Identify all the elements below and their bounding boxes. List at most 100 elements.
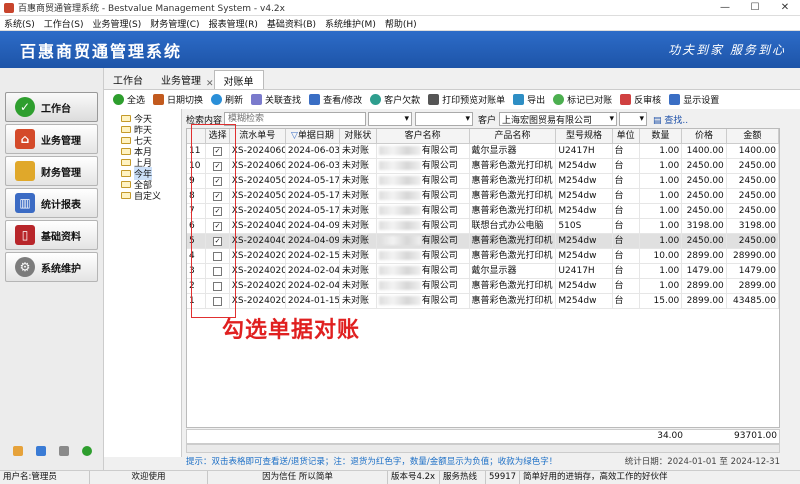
edit-icon[interactable] <box>12 446 23 456</box>
table-row[interactable]: 11✓XS-2024060012024-06-03未对账有限公司戴尔显示器U24… <box>187 144 779 159</box>
search-field-combo[interactable]: ▾ <box>368 112 413 126</box>
table-row[interactable]: 6✓XS-2024040022024-04-09未对账有限公司联想台式办公电脑5… <box>187 219 779 234</box>
print-preview-button[interactable]: 打印预览对账单 <box>428 93 505 106</box>
printer-icon <box>428 94 440 105</box>
date-switch-button[interactable]: 日期切换 <box>153 93 203 106</box>
cell-price: 2450.00 <box>682 159 727 174</box>
nav-reports[interactable]: ▥ 统计报表 <box>5 188 98 218</box>
tab-close-icon[interactable]: ✕ <box>206 79 214 89</box>
cell-quantity: 1.00 <box>640 234 683 249</box>
table-row[interactable]: 3XS-2024020012024-02-04未对账有限公司戴尔显示器U2417… <box>187 264 779 279</box>
table-row[interactable]: 10✓XS-2024060012024-06-03未对账有限公司惠普彩色激光打印… <box>187 159 779 174</box>
header-amount[interactable]: 金额 <box>727 129 779 144</box>
mark-reconciled-button[interactable]: 标记已对账 <box>553 93 612 106</box>
header-customer-name[interactable]: 客户名称 <box>377 129 470 144</box>
tab-workbench[interactable]: 工作台 <box>104 70 152 89</box>
table-row[interactable]: 2XS-2024020012024-02-04未对账有限公司惠普彩色激光打印机M… <box>187 279 779 294</box>
header-price[interactable]: 价格 <box>682 129 727 144</box>
nav-finance[interactable]: 财务管理 <box>5 156 98 186</box>
menu-business[interactable]: 业务管理(S) <box>93 17 142 30</box>
edit-icon <box>309 94 321 105</box>
search-input[interactable] <box>224 112 367 126</box>
cell-reconcile-status: 未对账 <box>340 159 377 174</box>
nav-workbench[interactable]: ✓ 工作台 <box>5 92 98 122</box>
date-tree: 今天 昨天 七天 本月 上月 今年 全部 自定义 <box>104 109 182 457</box>
select-all-button[interactable]: 全选 <box>113 93 145 106</box>
cell-price: 2450.00 <box>682 174 727 189</box>
header-product-name[interactable]: 产品名称 <box>470 129 557 144</box>
header-doc-date[interactable]: ▽单据日期 <box>286 129 340 144</box>
header-label: 客户名称 <box>404 131 441 141</box>
header-quantity[interactable]: 数量 <box>640 129 683 144</box>
unapprove-button[interactable]: 反审核 <box>620 93 661 106</box>
customer-suffix: 有限公司 <box>421 221 458 231</box>
select-all-label: 全选 <box>127 96 146 106</box>
menu-base-data[interactable]: 基础资料(B) <box>267 17 316 30</box>
close-button[interactable]: ✕ <box>770 2 800 13</box>
tab-statement[interactable]: 对账单 <box>213 70 264 89</box>
table-row[interactable]: 7✓XS-2024050012024-05-17未对账有限公司惠普彩色激光打印机… <box>187 204 779 219</box>
header-label: 流水单号 <box>239 131 276 141</box>
menu-system[interactable]: 系统(S) <box>4 17 35 30</box>
house-icon: ⌂ <box>15 129 35 149</box>
find-button[interactable]: ▤ 查找.. <box>653 113 688 126</box>
nav-maintenance[interactable]: ⚙ 系统维护 <box>5 252 98 282</box>
table-row[interactable]: 4XS-2024020132024-02-15未对账有限公司惠普彩色激光打印机M… <box>187 249 779 264</box>
cell-unit: 台 <box>613 204 640 219</box>
table-row[interactable]: 9✓XS-2024050032024-05-17未对账有限公司惠普彩色激光打印机… <box>187 174 779 189</box>
export-icon <box>513 94 525 105</box>
customer-debt-label: 客户欠款 <box>384 96 421 106</box>
menu-maintenance[interactable]: 系统维护(M) <box>325 17 376 30</box>
header-serial-no[interactable]: 流水单号 <box>230 129 286 144</box>
blurred-text <box>378 266 421 275</box>
table-row[interactable]: 8✓XS-2024050022024-05-17未对账有限公司惠普彩色激光打印机… <box>187 189 779 204</box>
display-settings-button[interactable]: 显示设置 <box>669 93 719 106</box>
menu-finance[interactable]: 财务管理(C) <box>150 17 199 30</box>
customer-suffix: 有限公司 <box>421 281 458 291</box>
header-reconcile-status[interactable]: 对账状 <box>340 129 377 144</box>
customer-select[interactable]: 上海宏图贸易有限公司 ▾ <box>499 112 618 126</box>
menu-workbench[interactable]: 工作台(S) <box>44 17 84 30</box>
table-row[interactable]: 1XS-2024020122024-01-15未对账有限公司惠普彩色激光打印机M… <box>187 294 779 309</box>
minimize-button[interactable]: — <box>710 2 740 13</box>
folder-icon <box>121 115 131 122</box>
tree-custom[interactable]: 自定义 <box>121 190 181 202</box>
print-preview-label: 打印预览对账单 <box>442 96 506 106</box>
nav-base-data[interactable]: ▯ 基础资料 <box>5 220 98 250</box>
maximize-button[interactable]: ☐ <box>740 2 770 13</box>
cell-unit: 台 <box>613 249 640 264</box>
cell-price: 2450.00 <box>682 204 727 219</box>
cell-model-spec: M254dw <box>556 174 613 189</box>
refresh-button[interactable]: 刷新 <box>211 93 243 106</box>
cell-doc-date: 2024-02-04 <box>286 264 340 279</box>
lock-icon[interactable] <box>58 446 69 456</box>
customer-debt-button[interactable]: 客户欠款 <box>370 93 420 106</box>
calculator-icon[interactable] <box>35 446 46 456</box>
cell-model-spec: M254dw <box>556 204 613 219</box>
cell-customer-name: 有限公司 <box>377 234 470 249</box>
search-mode-combo[interactable]: ▾ <box>415 112 474 126</box>
menu-reports[interactable]: 报表管理(R) <box>209 17 258 30</box>
customer-suffix: 有限公司 <box>421 176 458 186</box>
refresh-icon[interactable] <box>81 446 92 456</box>
view-edit-button[interactable]: 查看/修改 <box>309 93 362 106</box>
extra-combo[interactable]: ▾ <box>619 112 648 126</box>
sort-icon: ▽ <box>290 131 298 141</box>
header-unit[interactable]: 单位 <box>613 129 640 144</box>
date-range: 统计日期：2024-01-01 至 2024-12-31 <box>624 457 780 467</box>
export-button[interactable]: 导出 <box>513 93 545 106</box>
menu-help[interactable]: 帮助(H) <box>385 17 417 30</box>
menu-bar: 系统(S) 工作台(S) 业务管理(S) 财务管理(C) 报表管理(R) 基础资… <box>0 16 800 31</box>
cell-doc-date: 2024-01-15 <box>286 294 340 309</box>
related-find-button[interactable]: 关联查找 <box>251 93 301 106</box>
cell-serial-no: XS-202405003 <box>230 174 286 189</box>
horizontal-scrollbar[interactable] <box>186 444 780 453</box>
header-model-spec[interactable]: 型号规格 <box>556 129 613 144</box>
table-row[interactable]: 5✓XS-2024040012024-04-09未对账有限公司惠普彩色激光打印机… <box>187 234 779 249</box>
nav-business[interactable]: ⌂ 业务管理 <box>5 124 98 154</box>
cell-model-spec: M254dw <box>556 279 613 294</box>
cell-product-name: 惠普彩色激光打印机 <box>470 204 557 219</box>
customer-suffix: 有限公司 <box>421 251 458 261</box>
cell-customer-name: 有限公司 <box>377 144 470 159</box>
tab-business[interactable]: 业务管理 <box>152 70 210 89</box>
